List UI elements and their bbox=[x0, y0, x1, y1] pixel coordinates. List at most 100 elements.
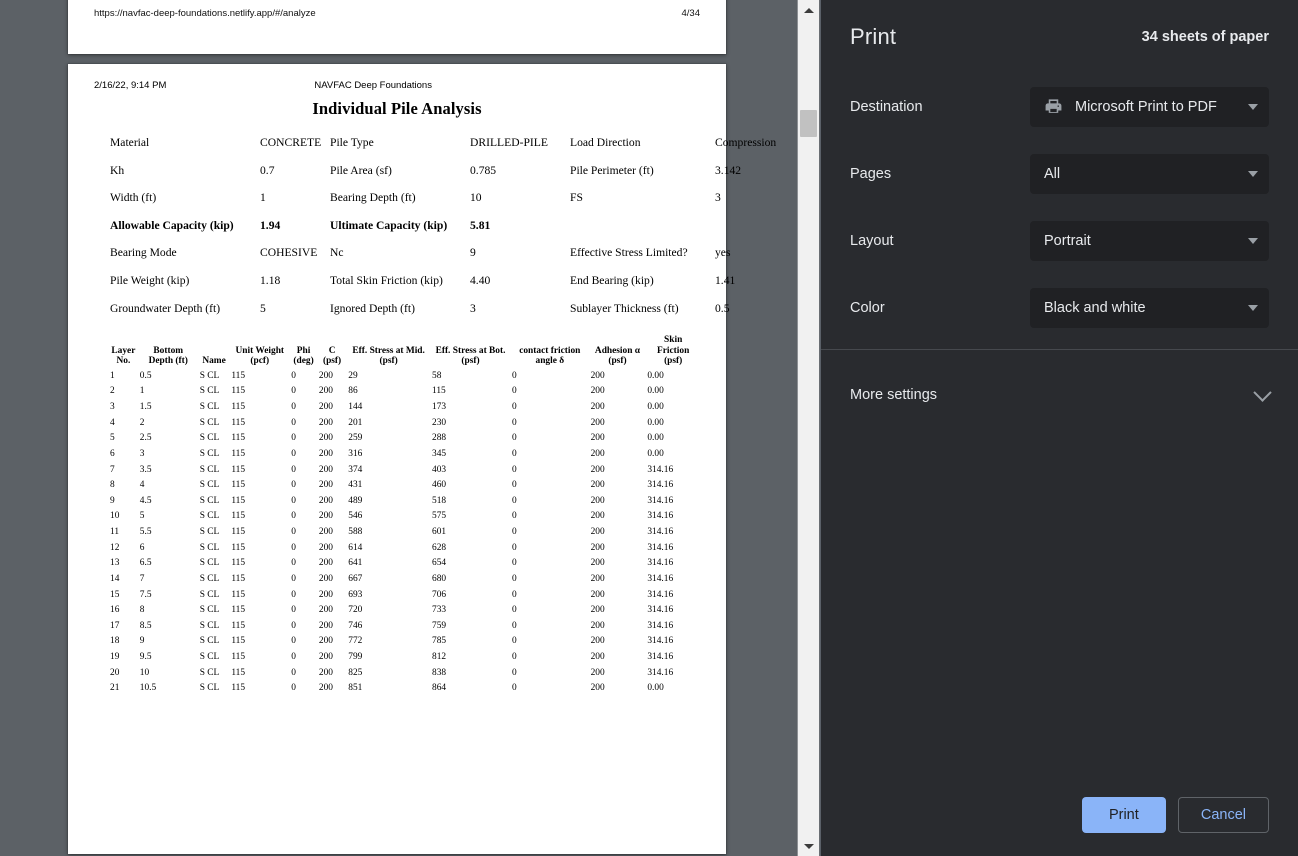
table-cell: 0 bbox=[512, 605, 517, 616]
table-cell: 200 bbox=[590, 480, 605, 491]
table-row: 11 5.5 S CL 115 0 200 588 601 0 200 314.16 bbox=[110, 525, 702, 541]
table-cell: 1 bbox=[139, 386, 145, 397]
table-column-header-line: Phi bbox=[296, 345, 311, 356]
table-cell: 58 bbox=[432, 370, 442, 381]
table-cell: 10 bbox=[110, 511, 120, 522]
table-cell: 0 bbox=[512, 589, 517, 600]
table-cell: 641 bbox=[348, 558, 363, 569]
table-cell: S CL bbox=[199, 402, 220, 412]
table-cell: 0 bbox=[291, 683, 296, 694]
table-cell: 20 bbox=[110, 667, 120, 678]
table-cell: 0 bbox=[291, 558, 296, 569]
table-cell: 0 bbox=[512, 480, 517, 491]
table-column-header-line: No. bbox=[116, 356, 131, 367]
table-cell: 0 bbox=[512, 652, 517, 662]
parameter-value-2: 3 bbox=[470, 301, 476, 315]
layer-table-wrapper: Layer No. Bottom Depth (ft) Name Unit Weight(… bbox=[68, 335, 726, 697]
setting-row-color: Color Black and white bbox=[821, 274, 1298, 341]
table-column-header: Layer No. bbox=[110, 335, 140, 369]
table-cell: 0 bbox=[512, 448, 517, 459]
document-site-title: NAVFAC Deep Foundations bbox=[314, 80, 432, 91]
table-cell: 0 bbox=[291, 573, 296, 584]
table-cell: 588 bbox=[348, 527, 363, 537]
table-cell: 5 bbox=[110, 433, 115, 444]
table-column-header-line: Eff. Stress at Mid. bbox=[352, 345, 425, 356]
table-cell: 785 bbox=[432, 636, 447, 647]
table-column-header-line: angle δ bbox=[535, 356, 565, 367]
table-row: 16 8 S CL 115 0 200 720 733 0 200 314.16 bbox=[110, 603, 702, 619]
setting-label: Destination bbox=[850, 98, 923, 115]
table-cell: 115 bbox=[231, 495, 246, 506]
parameter-value-3: 0.5 bbox=[715, 301, 730, 315]
table-cell: 812 bbox=[432, 652, 447, 662]
parameter-label-2: Pile Type bbox=[330, 136, 374, 149]
print-preview-area: https://navfac-deep-foundations.netlify.… bbox=[0, 0, 797, 856]
table-cell: 115 bbox=[231, 464, 246, 475]
table-cell: 200 bbox=[318, 683, 333, 694]
table-cell: 667 bbox=[348, 573, 363, 584]
table-column-header-line: (psf) bbox=[664, 356, 683, 367]
table-cell: 374 bbox=[348, 464, 363, 475]
select-pages[interactable]: All bbox=[1030, 153, 1269, 194]
table-cell: 614 bbox=[348, 542, 363, 553]
scrollbar-thumb[interactable] bbox=[800, 110, 817, 137]
table-cell: 115 bbox=[231, 652, 246, 662]
table-cell: S CL bbox=[199, 605, 220, 616]
parameter-value-1: 1.94 bbox=[260, 218, 281, 232]
table-cell: 628 bbox=[432, 542, 447, 553]
table-cell: 115 bbox=[231, 511, 246, 522]
select-value: Portrait bbox=[1044, 232, 1091, 249]
page-number: 4/34 bbox=[681, 8, 701, 19]
table-cell: 799 bbox=[348, 652, 363, 662]
table-cell: 200 bbox=[318, 589, 333, 600]
print-button[interactable]: Print bbox=[1081, 797, 1166, 833]
table-cell: 0 bbox=[291, 417, 296, 428]
table-cell: 200 bbox=[318, 370, 333, 381]
table-cell: 115 bbox=[231, 542, 246, 553]
scroll-up-arrow-icon[interactable] bbox=[798, 0, 819, 20]
table-cell: S CL bbox=[199, 417, 220, 428]
table-cell: 86 bbox=[348, 386, 358, 397]
table-cell: 314.16 bbox=[647, 652, 674, 662]
table-cell: 5 bbox=[139, 511, 145, 522]
table-cell: 0 bbox=[291, 652, 296, 662]
document-header: 2/16/22, 9:14 PM NAVFAC Deep Foundations bbox=[68, 64, 726, 91]
table-cell: S CL bbox=[199, 683, 220, 694]
table-cell: 6 bbox=[139, 542, 145, 553]
table-column-header-line: Bottom bbox=[153, 345, 184, 356]
page-url: https://navfac-deep-foundations.netlify.… bbox=[94, 8, 316, 19]
table-cell: 314.16 bbox=[647, 480, 674, 491]
table-cell: 0 bbox=[291, 527, 296, 537]
setting-row-destination: Destination Microsoft Print to PDF bbox=[821, 73, 1298, 140]
table-cell: 115 bbox=[432, 386, 446, 397]
table-cell: 1.5 bbox=[139, 402, 152, 412]
table-cell: S CL bbox=[199, 433, 220, 444]
table-cell: 693 bbox=[348, 589, 363, 600]
document-timestamp: 2/16/22, 9:14 PM bbox=[94, 80, 167, 91]
parameter-label-3: Load Direction bbox=[570, 136, 641, 149]
select-color[interactable]: Black and white bbox=[1030, 287, 1269, 328]
more-settings-label: More settings bbox=[850, 387, 938, 403]
table-cell: 200 bbox=[590, 573, 605, 584]
cancel-button[interactable]: Cancel bbox=[1177, 797, 1269, 833]
parameter-value-2: 5.81 bbox=[470, 218, 491, 232]
parameter-label-3: Sublayer Thickness (ft) bbox=[570, 301, 679, 315]
table-cell: 314.16 bbox=[647, 573, 674, 584]
table-column-header-line: Layer bbox=[111, 345, 136, 356]
table-cell: 0 bbox=[291, 386, 296, 397]
table-cell: S CL bbox=[199, 620, 220, 631]
table-cell: 0.00 bbox=[647, 448, 664, 459]
scroll-down-arrow-icon[interactable] bbox=[798, 836, 819, 856]
table-header-row: Layer No. Bottom Depth (ft) Name Unit Weight(… bbox=[110, 335, 702, 369]
preview-scrollbar[interactable] bbox=[797, 0, 820, 856]
table-cell: S CL bbox=[199, 464, 220, 475]
select-destination[interactable]: Microsoft Print to PDF bbox=[1030, 86, 1269, 127]
more-settings-toggle[interactable]: More settings bbox=[821, 350, 1298, 440]
table-row: 15 7.5 S CL 115 0 200 693 706 0 200 314.16 bbox=[110, 588, 702, 604]
table-column-header-line: (pcf) bbox=[250, 356, 270, 367]
table-cell: 864 bbox=[432, 683, 447, 694]
select-layout[interactable]: Portrait bbox=[1030, 220, 1269, 261]
table-cell: 0 bbox=[512, 370, 517, 381]
table-column-header-line: contact friction bbox=[519, 345, 581, 356]
table-cell: 772 bbox=[348, 636, 363, 647]
